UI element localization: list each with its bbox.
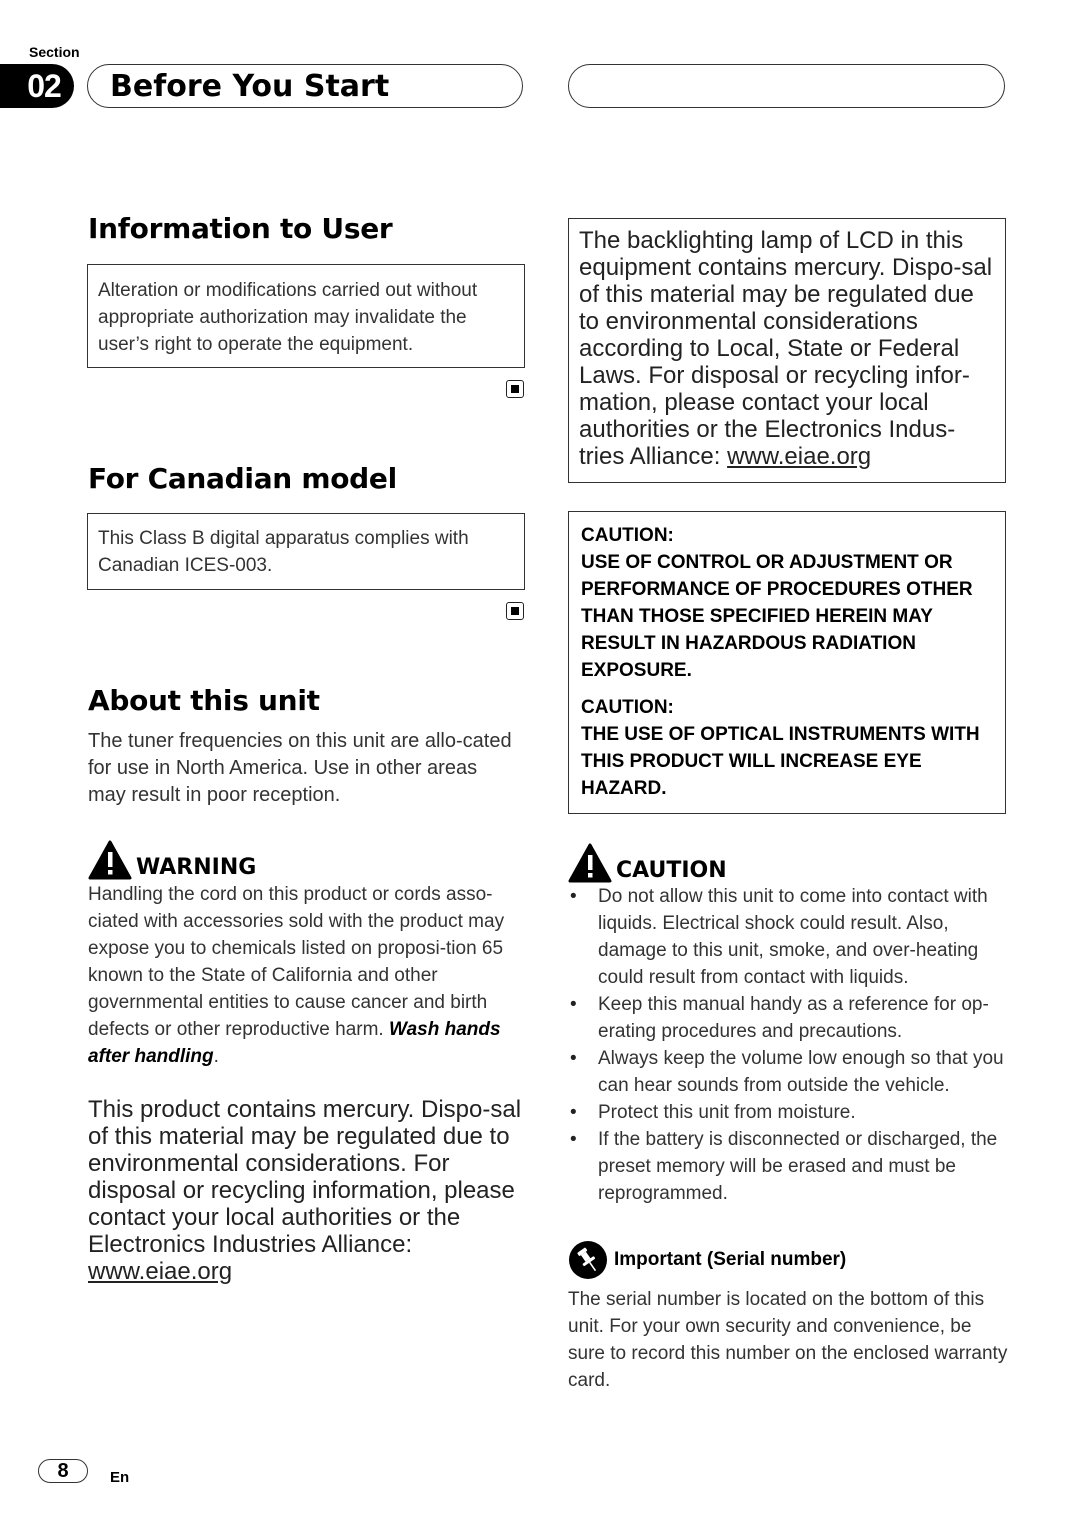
caution-label: CAUTION:	[581, 697, 674, 718]
empty-header-pill	[568, 64, 1005, 108]
warning-heading: WARNING	[88, 840, 528, 880]
end-mark-icon	[506, 602, 524, 620]
warning-end: .	[213, 1046, 219, 1067]
important-block: Important (Serial number) The serial num…	[568, 1240, 1008, 1394]
important-heading: Important (Serial number)	[568, 1240, 1008, 1280]
language-label: En	[110, 1469, 130, 1486]
heading-about-this-unit: About this unit	[88, 684, 320, 717]
warning-triangle-icon	[88, 840, 132, 880]
end-mark-icon	[506, 380, 524, 398]
caution-heading: CAUTION	[568, 843, 1008, 883]
list-item: If the battery is disconnected or discha…	[568, 1126, 1008, 1207]
page-number-text: 8	[57, 1459, 69, 1482]
lcd-mercury-box: The backlighting lamp of LCD in this equ…	[568, 218, 1006, 483]
laser-caution-box: CAUTION: USE OF CONTROL OR ADJUSTMENT OR…	[568, 511, 1006, 814]
caution-block: CAUTION Do not allow this unit to come i…	[568, 843, 1008, 1207]
caution-list: Do not allow this unit to come into cont…	[568, 883, 1008, 1207]
list-item: Protect this unit from moisture.	[568, 1099, 1008, 1126]
warning-body: Handling the cord on this product or cor…	[88, 884, 505, 1040]
warning-text: Handling the cord on this product or cor…	[88, 881, 528, 1070]
caution-triangle-icon	[568, 843, 612, 883]
about-text: The tuner frequencies on this unit are a…	[88, 730, 512, 806]
eiae-link[interactable]: www.eiae.org	[88, 1258, 232, 1285]
caution-label: CAUTION:	[581, 525, 674, 546]
section-title-text: Before You Start	[110, 68, 390, 104]
caution-text: USE OF CONTROL OR ADJUSTMENT OR PERFORMA…	[581, 552, 973, 681]
section-title: Before You Start	[87, 64, 523, 108]
lcd-mercury-text: The backlighting lamp of LCD in this equ…	[579, 227, 993, 470]
caution-title: CAUTION	[616, 858, 727, 883]
warning-title: WARNING	[136, 855, 257, 880]
list-item: Always keep the volume low enough so tha…	[568, 1045, 1008, 1099]
canadian-text: This Class B digital apparatus complies …	[98, 528, 469, 576]
info-user-box: Alteration or modifications carried out …	[87, 264, 525, 368]
info-user-text: Alteration or modifications carried out …	[98, 280, 478, 355]
heading-canadian-model: For Canadian model	[88, 462, 397, 495]
eiae-link[interactable]: www.eiae.org	[727, 443, 871, 470]
warning-block: WARNING Handling the cord on this produc…	[88, 840, 528, 1070]
important-title: Important (Serial number)	[614, 1249, 847, 1270]
list-item: Do not allow this unit to come into cont…	[568, 883, 1008, 991]
heading-information-to-user: Information to User	[88, 212, 393, 245]
canadian-box: This Class B digital apparatus complies …	[87, 513, 525, 590]
pushpin-icon	[569, 1241, 607, 1279]
section-number-badge: 02	[0, 64, 74, 108]
mercury-text: This product contains mercury. Dispo-sal…	[88, 1096, 522, 1258]
list-item: Keep this manual handy as a reference fo…	[568, 991, 1008, 1045]
page-number: 8	[38, 1459, 88, 1483]
section-label: Section	[29, 44, 80, 60]
caution-text: THE USE OF OPTICAL INSTRUMENTS WITH THIS…	[581, 724, 980, 799]
mercury-notice: This product contains mercury. Dispo-sal…	[88, 1096, 528, 1285]
important-text: The serial number is located on the bott…	[568, 1289, 1008, 1391]
